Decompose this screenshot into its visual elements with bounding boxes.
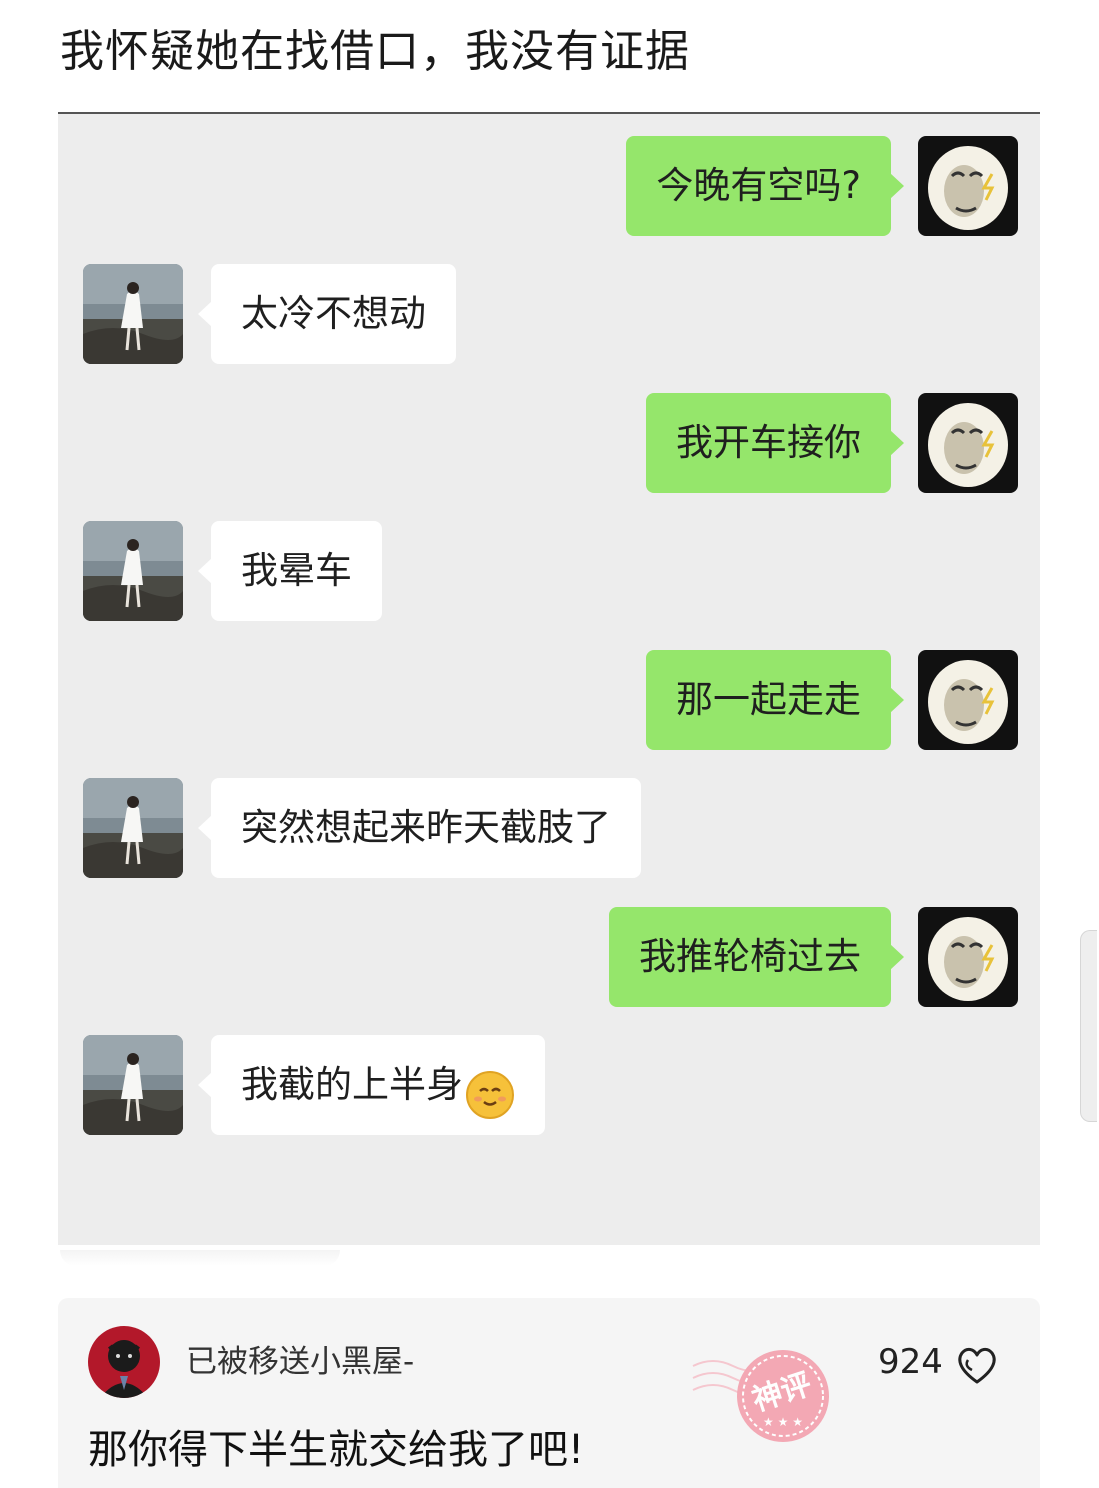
chat-bubble: 我截的上半身 — [198, 1035, 545, 1135]
chat-message-outgoing: 我推轮椅过去 — [58, 907, 1040, 1007]
chat-message-incoming: 突然想起来昨天截肢了 — [58, 778, 1040, 878]
meme-face-avatar — [918, 393, 1018, 493]
chat-bubble: 太冷不想动 — [198, 264, 456, 364]
chat-screenshot-image: 今晚有空吗? 太冷不想动 我开车接你 我晕车 那一起走走 突然想起来昨天截肢了 — [58, 112, 1040, 1245]
chat-bubble: 突然想起来昨天截肢了 — [198, 778, 641, 878]
chat-message-outgoing: 今晚有空吗? — [58, 136, 1040, 236]
girl-photo-avatar — [83, 778, 183, 878]
chat-bubble: 我晕车 — [198, 521, 382, 621]
chat-message-outgoing: 那一起走走 — [58, 650, 1040, 750]
top-comment-card[interactable]: 已被移送小黑屋- 924 神评 ★ ★ ★ 那你得下半生就交给我了吧! — [58, 1298, 1040, 1488]
comment-text: 那你得下半生就交给我了吧! — [88, 1427, 585, 1473]
scrollbar-handle[interactable] — [1080, 930, 1097, 1122]
comment-like-count: 924 — [878, 1342, 943, 1382]
chat-message-incoming: 太冷不想动 — [58, 264, 1040, 364]
smiling-face-emoji-icon — [465, 1058, 515, 1119]
post-title: 我怀疑她在找借口，我没有证据 — [60, 26, 690, 77]
chat-bubble: 我开车接你 — [646, 393, 904, 493]
girl-photo-avatar — [83, 521, 183, 621]
meme-face-avatar — [918, 650, 1018, 750]
girl-photo-avatar — [83, 264, 183, 364]
like-heart-icon[interactable] — [954, 1342, 1000, 1388]
chat-bubble: 那一起走走 — [646, 650, 904, 750]
chat-bubble: 我推轮椅过去 — [609, 907, 904, 1007]
section-divider — [60, 1250, 340, 1266]
chat-message-outgoing: 我开车接你 — [58, 393, 1040, 493]
chat-message-incoming: 我截的上半身 — [58, 1035, 1040, 1135]
commenter-avatar[interactable] — [88, 1326, 160, 1398]
chat-bubble-text: 我截的上半身 — [241, 1063, 463, 1106]
chat-bubble: 今晚有空吗? — [626, 136, 904, 236]
top-comment-stamp: 神评 ★ ★ ★ — [683, 1326, 843, 1466]
stamp-stars: ★ ★ ★ — [763, 1415, 803, 1429]
commenter-username[interactable]: 已被移送小黑屋- — [186, 1340, 414, 1384]
meme-face-avatar — [918, 907, 1018, 1007]
meme-face-avatar — [918, 136, 1018, 236]
chat-message-incoming: 我晕车 — [58, 521, 1040, 621]
girl-photo-avatar — [83, 1035, 183, 1135]
